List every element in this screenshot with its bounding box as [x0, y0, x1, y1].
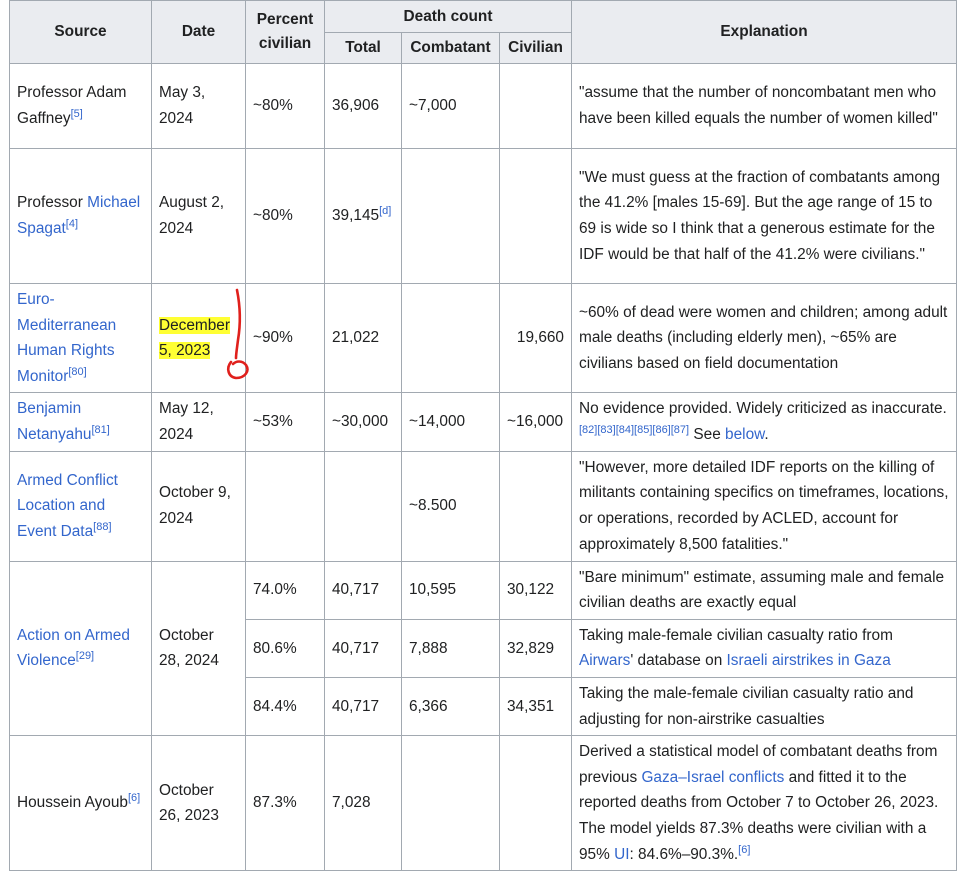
- date-cell: December 5, 2023: [151, 282, 246, 394]
- total-cell: 40,717: [324, 676, 402, 737]
- reference-link[interactable]: [6]: [128, 792, 140, 804]
- percent-cell: 87.3%: [245, 735, 325, 872]
- header-total[interactable]: Total: [324, 32, 402, 64]
- total-cell: 40,717: [324, 618, 402, 678]
- explanation-cell: ~60% of dead were women and children; am…: [571, 282, 957, 394]
- percent-cell: [245, 450, 325, 562]
- total-cell: [324, 450, 402, 562]
- explanation-cell: Derived a statistical model of combatant…: [571, 735, 957, 872]
- source-link[interactable]: Benjamin Netanyahu: [17, 400, 91, 443]
- combatant-cell: 10,595: [401, 560, 500, 620]
- date-cell: August 2, 2024: [151, 148, 246, 284]
- combatant-cell: [401, 735, 500, 872]
- date-cell: October 26, 2023: [151, 735, 246, 872]
- source-cell: Euro-Mediterranean Human Rights Monitor[…: [9, 282, 152, 394]
- total-cell: 36,906: [324, 63, 402, 149]
- total-cell: 40,717: [324, 560, 402, 620]
- header-combatant[interactable]: Combatant: [401, 32, 500, 64]
- civilian-cell: ~16,000: [499, 392, 572, 452]
- civilian-cell: [499, 63, 572, 149]
- source-cell: Armed Conflict Location and Event Data[8…: [9, 450, 152, 562]
- source-cell: Benjamin Netanyahu[81]: [9, 392, 152, 452]
- percent-cell: 80.6%: [245, 618, 325, 678]
- percent-cell: ~80%: [245, 148, 325, 284]
- ui-link[interactable]: UI: [614, 846, 629, 863]
- table-row: Professor Michael Spagat[4] August 2, 20…: [9, 148, 957, 284]
- percent-cell: 74.0%: [245, 560, 325, 620]
- civilian-cell: 30,122: [499, 560, 572, 620]
- percent-cell: ~80%: [245, 63, 325, 149]
- civilian-cell: 32,829: [499, 618, 572, 678]
- civilian-cell: 19,660: [499, 282, 572, 394]
- reference-link[interactable]: [88]: [93, 521, 111, 533]
- explanation-cell: Taking male-female civilian casualty rat…: [571, 618, 957, 678]
- explanation-cell: "We must guess at the fraction of combat…: [571, 148, 957, 284]
- date-cell: May 12, 2024: [151, 392, 246, 452]
- percent-cell: ~90%: [245, 282, 325, 394]
- reference-links[interactable]: [82][83][84][85][86][87]: [579, 424, 689, 436]
- reference-link[interactable]: [81]: [91, 424, 109, 436]
- civilian-cell: [499, 735, 572, 872]
- source-cell: Houssein Ayoub[6]: [9, 735, 152, 872]
- combatant-cell: ~7,000: [401, 63, 500, 149]
- casualty-estimates-table: Source Date Percent civilian Death count…: [9, 0, 957, 872]
- reference-link[interactable]: [29]: [76, 650, 94, 662]
- header-death-count: Death count: [324, 0, 572, 33]
- percent-cell: ~53%: [245, 392, 325, 452]
- total-cell: 39,145[d]: [324, 148, 402, 284]
- total-cell: 21,022: [324, 282, 402, 394]
- source-cell: Professor Adam Gaffney[5]: [9, 63, 152, 149]
- source-cell: Professor Michael Spagat[4]: [9, 148, 152, 284]
- gaza-israel-conflicts-link[interactable]: Gaza–Israel conflicts: [641, 769, 784, 786]
- table-row: Euro-Mediterranean Human Rights Monitor[…: [9, 282, 957, 394]
- combatant-cell: 7,888: [401, 618, 500, 678]
- combatant-cell: 6,366: [401, 676, 500, 737]
- israeli-airstrikes-link[interactable]: Israeli airstrikes in Gaza: [727, 652, 891, 669]
- explanation-cell: No evidence provided. Widely criticized …: [571, 392, 957, 452]
- header-date[interactable]: Date: [151, 0, 246, 64]
- explanation-cell: "Bare minimum" estimate, assuming male a…: [571, 560, 957, 620]
- combatant-cell: ~14,000: [401, 392, 500, 452]
- civilian-cell: 34,351: [499, 676, 572, 737]
- source-link[interactable]: Euro-Mediterranean Human Rights Monitor: [17, 291, 116, 385]
- header-source[interactable]: Source: [9, 0, 152, 64]
- civilian-cell: [499, 450, 572, 562]
- highlighted-date: December 5, 2023: [159, 316, 230, 360]
- percent-cell: 84.4%: [245, 676, 325, 737]
- header-percent-civilian[interactable]: Percent civilian: [245, 0, 325, 64]
- note-link[interactable]: [d]: [379, 205, 391, 217]
- source-cell: Action on Armed Violence[29]: [9, 560, 152, 737]
- see-below-link[interactable]: below: [725, 426, 764, 443]
- source-link[interactable]: Action on Armed Violence: [17, 627, 130, 670]
- reference-link[interactable]: [6]: [738, 843, 750, 855]
- date-cell: October 9, 2024: [151, 450, 246, 562]
- reference-link[interactable]: [4]: [66, 218, 78, 230]
- airwars-link[interactable]: Airwars: [579, 652, 630, 669]
- table-row: Armed Conflict Location and Event Data[8…: [9, 450, 957, 562]
- explanation-cell: "assume that the number of noncombatant …: [571, 63, 957, 149]
- date-cell: May 3, 2024: [151, 63, 246, 149]
- table-row: Benjamin Netanyahu[81] May 12, 2024 ~53%…: [9, 392, 957, 452]
- header-civilian[interactable]: Civilian: [499, 32, 572, 64]
- header-explanation[interactable]: Explanation: [571, 0, 957, 64]
- table-row: Professor Adam Gaffney[5] May 3, 2024 ~8…: [9, 63, 957, 149]
- combatant-cell: [401, 148, 500, 284]
- reference-link[interactable]: [5]: [71, 108, 83, 120]
- explanation-cell: "However, more detailed IDF reports on t…: [571, 450, 957, 562]
- table-row: Action on Armed Violence[29] October 28,…: [9, 560, 957, 737]
- combatant-cell: ~8.500: [401, 450, 500, 562]
- reference-link[interactable]: [80]: [68, 366, 86, 378]
- table-row: Houssein Ayoub[6] October 26, 2023 87.3%…: [9, 735, 957, 872]
- total-cell: ~30,000: [324, 392, 402, 452]
- date-cell: October 28, 2024: [151, 560, 246, 737]
- combatant-cell: [401, 282, 500, 394]
- total-cell: 7,028: [324, 735, 402, 872]
- civilian-cell: [499, 148, 572, 284]
- explanation-cell: Taking the male-female civilian casualty…: [571, 676, 957, 737]
